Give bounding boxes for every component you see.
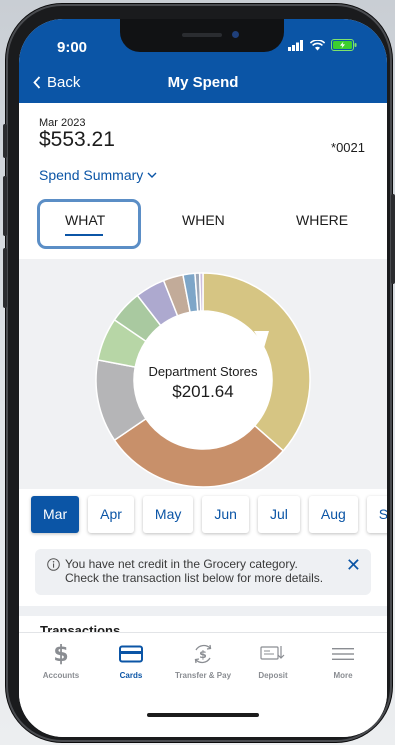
tab-more-label: More	[333, 671, 353, 680]
volume-down-button	[3, 248, 7, 308]
tab-cards[interactable]: Cards	[96, 641, 166, 680]
app-screen: 9:00 Back My Spend Mar 2023 $553.21 *002…	[19, 19, 387, 737]
device-notch	[120, 19, 284, 52]
month-may[interactable]: May	[142, 495, 194, 533]
tab-what[interactable]: WHAT	[65, 212, 105, 228]
tab-transfer-pay[interactable]: $ Transfer & Pay	[168, 641, 238, 680]
front-camera	[232, 31, 239, 38]
tab-transfer-pay-label: Transfer & Pay	[174, 671, 232, 680]
card-icon	[119, 645, 143, 663]
card-number: *0021	[331, 140, 365, 155]
tab-deposit-label: Deposit	[258, 671, 288, 680]
spend-summary-dropdown[interactable]: Spend Summary	[39, 167, 157, 183]
tab-where[interactable]: WHERE	[296, 212, 348, 228]
menu-icon	[332, 648, 354, 660]
info-icon	[47, 558, 60, 571]
svg-text:$: $	[199, 648, 207, 661]
home-indicator	[147, 713, 259, 717]
month-apr[interactable]: Apr	[88, 495, 134, 533]
donut-center	[134, 311, 272, 449]
tab-more[interactable]: More	[308, 641, 378, 680]
total-spend-amount: $553.21	[39, 128, 115, 151]
transfer-icon: $	[194, 644, 212, 664]
speaker-grille	[182, 33, 222, 37]
month-selector: MarAprMayJunJulAugSe	[31, 489, 387, 539]
notice-text: You have net credit in the Grocery categ…	[65, 557, 324, 585]
month-se[interactable]: Se	[366, 495, 387, 533]
dollar-icon: $	[53, 642, 68, 666]
close-icon[interactable]: ✕	[346, 556, 361, 574]
section-divider	[19, 606, 387, 616]
spend-summary-label: Spend Summary	[39, 167, 144, 183]
bottom-tab-bar: $ Accounts Cards $ Transfer & Pay Deposi…	[19, 632, 387, 737]
month-jul[interactable]: Jul	[257, 495, 300, 533]
battery-charging-icon	[331, 39, 357, 51]
tab-deposit[interactable]: Deposit	[238, 641, 308, 680]
signal-icon	[288, 39, 303, 51]
tab-cards-label: Cards	[119, 671, 143, 680]
chart-center-category: Department Stores	[148, 364, 258, 379]
svg-text:$: $	[53, 642, 68, 666]
tab-accounts[interactable]: $ Accounts	[26, 641, 96, 680]
chevron-down-icon	[147, 172, 157, 178]
wifi-icon	[310, 39, 325, 50]
status-time: 9:00	[57, 39, 88, 56]
status-icons	[288, 39, 357, 51]
deposit-icon	[260, 646, 285, 660]
donut-slice-10[interactable]	[198, 272, 204, 312]
mute-switch	[3, 124, 7, 158]
tab-selected-indicator	[65, 234, 103, 236]
month-aug[interactable]: Aug	[308, 495, 358, 533]
main-content: Mar 2023 $553.21 *0021 Spend Summary WHA…	[19, 103, 387, 639]
tab-accounts-label: Accounts	[42, 671, 80, 680]
info-notice: You have net credit in the Grocery categ…	[35, 549, 371, 595]
chart-center-value: $201.64	[172, 382, 234, 401]
month-mar[interactable]: Mar	[31, 495, 80, 533]
power-button	[391, 194, 395, 284]
tab-when[interactable]: WHEN	[182, 212, 225, 228]
month-jun[interactable]: Jun	[202, 495, 249, 533]
volume-up-button	[3, 176, 7, 236]
page-title: My Spend	[167, 74, 239, 91]
